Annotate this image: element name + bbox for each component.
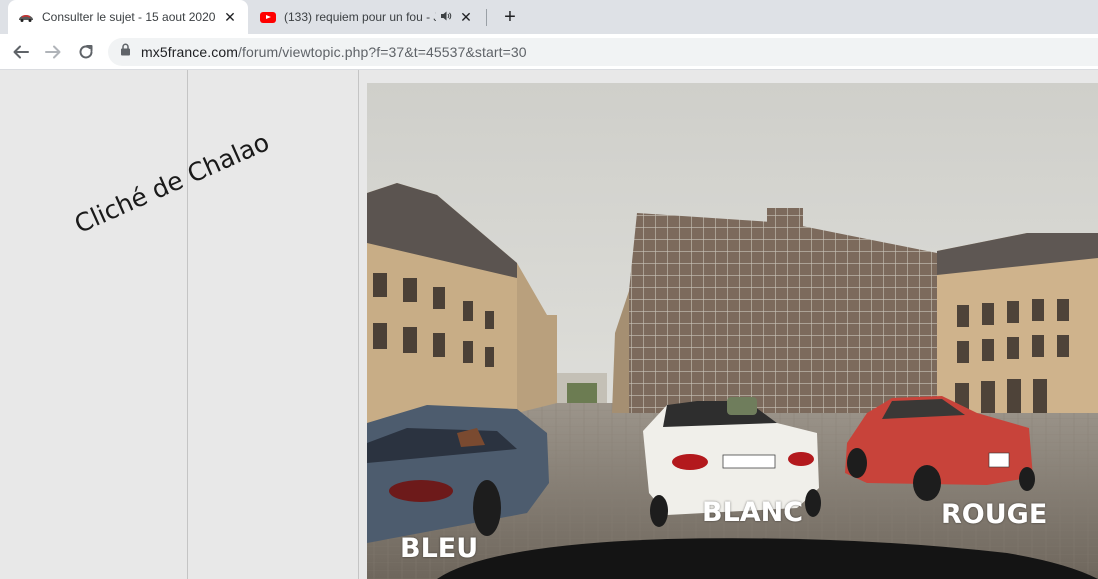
label-blanc: BLANC — [702, 497, 804, 528]
tab-separator — [486, 9, 487, 26]
column-divider — [187, 70, 188, 579]
forward-arrow-icon[interactable] — [40, 39, 66, 65]
forum-page: Cliché de Chalao BLEU BLANC ROUGE — [0, 70, 1098, 579]
reload-icon[interactable] — [73, 39, 99, 65]
close-tab-icon[interactable]: ✕ — [458, 9, 474, 25]
column-divider — [358, 70, 359, 579]
back-arrow-icon[interactable] — [8, 39, 34, 65]
tab-title: Consulter le sujet - 15 aout 2020 — [42, 10, 216, 24]
tab-title: (133) requiem pour un fou - J — [284, 10, 436, 24]
photo-credit-caption: Cliché de Chalao — [70, 127, 274, 239]
new-tab-plus-icon[interactable]: + — [498, 5, 522, 29]
url-domain: mx5france.com — [141, 44, 238, 60]
label-bleu: BLEU — [400, 533, 479, 564]
url-text[interactable]: mx5france.com/forum/viewtopic.php?f=37&t… — [141, 44, 527, 60]
address-bar[interactable]: mx5france.com/forum/viewtopic.php?f=37&t… — [108, 38, 1098, 66]
close-tab-icon[interactable]: ✕ — [222, 9, 238, 25]
place-vendome-photo: BLEU BLANC ROUGE — [367, 83, 1098, 579]
url-path: /forum/viewtopic.php?f=37&t=45537&start=… — [238, 44, 527, 60]
tab-strip: Consulter le sujet - 15 aout 2020 ✕ (133… — [0, 0, 1098, 34]
lock-icon[interactable] — [120, 43, 131, 61]
speaker-audio-icon[interactable] — [440, 10, 452, 25]
tab-youtube-requiem[interactable]: (133) requiem pour un fou - J ✕ — [252, 0, 484, 34]
browser-toolbar: mx5france.com/forum/viewtopic.php?f=37&t… — [0, 34, 1098, 70]
label-rouge: ROUGE — [941, 499, 1048, 530]
tab-consulter-le-sujet[interactable]: Consulter le sujet - 15 aout 2020 ✕ — [8, 0, 248, 34]
youtube-favicon-icon — [260, 11, 276, 23]
mx5france-favicon-icon — [18, 11, 34, 23]
